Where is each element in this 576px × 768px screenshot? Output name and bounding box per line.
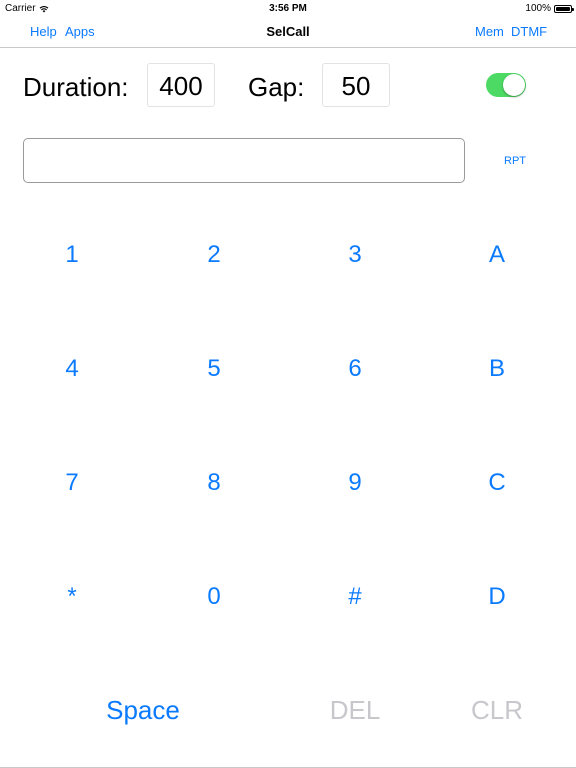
key-0[interactable]: 0 <box>164 577 264 617</box>
key-4[interactable]: 4 <box>22 349 122 389</box>
key-a[interactable]: A <box>447 235 547 275</box>
enable-toggle[interactable] <box>486 73 526 97</box>
space-button[interactable]: Space <box>78 690 208 730</box>
key-d[interactable]: D <box>447 577 547 617</box>
repeat-button[interactable]: RPT <box>495 155 535 167</box>
key-b[interactable]: B <box>447 349 547 389</box>
key-1[interactable]: 1 <box>22 235 122 275</box>
key-3[interactable]: 3 <box>305 235 405 275</box>
duration-input[interactable]: 400 <box>147 63 215 107</box>
code-input-field[interactable] <box>23 138 465 183</box>
status-bar: Carrier 3:56 PM 100% <box>0 0 576 16</box>
dtmf-button[interactable]: DTMF <box>511 24 547 39</box>
key-5[interactable]: 5 <box>164 349 264 389</box>
toggle-knob <box>503 74 525 96</box>
duration-label: Duration: <box>23 72 129 102</box>
key-2[interactable]: 2 <box>164 235 264 275</box>
key-6[interactable]: 6 <box>305 349 405 389</box>
key-8[interactable]: 8 <box>164 463 264 503</box>
key-c[interactable]: C <box>447 463 547 503</box>
key-hash[interactable]: # <box>305 577 405 617</box>
gap-input[interactable]: 50 <box>322 63 390 107</box>
clear-button[interactable]: CLR <box>432 690 562 730</box>
navigation-bar: Help Apps SelCall Mem DTMF <box>0 16 576 48</box>
key-9[interactable]: 9 <box>305 463 405 503</box>
mem-button[interactable]: Mem <box>475 24 504 39</box>
battery-icon <box>554 4 574 13</box>
gap-label: Gap: <box>248 72 305 102</box>
status-time: 3:56 PM <box>269 3 307 14</box>
battery-indicator: 100% <box>525 3 574 14</box>
key-star[interactable]: * <box>22 577 122 617</box>
key-7[interactable]: 7 <box>22 463 122 503</box>
battery-percent: 100% <box>525 3 551 14</box>
delete-button[interactable]: DEL <box>290 690 420 730</box>
